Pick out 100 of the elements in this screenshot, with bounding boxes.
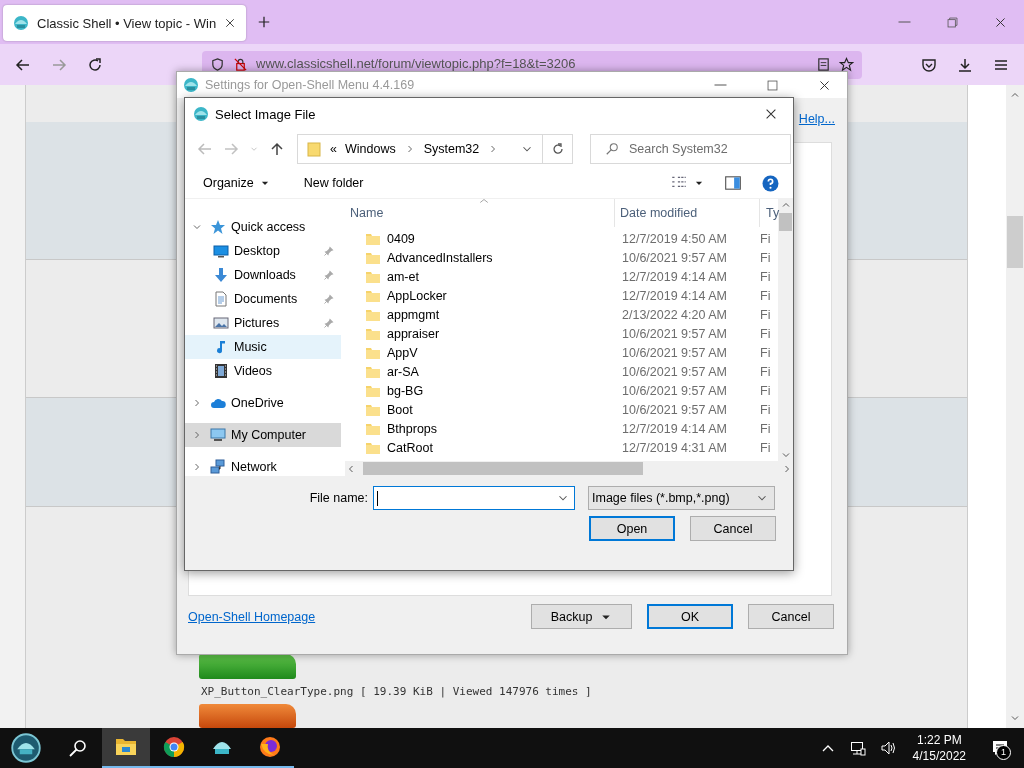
forward-arrow-icon xyxy=(223,141,239,157)
dialog-button[interactable]: Open xyxy=(589,516,675,541)
notification-count: 1 xyxy=(996,745,1011,760)
lock-icon xyxy=(233,56,248,72)
nav-item[interactable]: Documents xyxy=(185,287,341,311)
back-arrow-icon xyxy=(197,141,213,157)
breadcrumb-segment[interactable]: Windows xyxy=(344,142,396,156)
star-icon xyxy=(210,219,226,235)
file-date: 10/6/2021 9:57 AM xyxy=(621,326,728,341)
file-date: 12/7/2019 4:31 AM xyxy=(621,440,728,455)
file-name: appmgmt xyxy=(387,307,440,322)
tab-close-button[interactable] xyxy=(224,17,237,29)
column-header[interactable]: Date modified xyxy=(615,199,760,227)
file-date: 12/7/2019 4:14 AM xyxy=(621,288,728,303)
address-field[interactable]: « Windows System32 xyxy=(297,134,573,164)
nav-item[interactable]: Quick access xyxy=(185,215,341,239)
attachment-caption: XP_Button_ClearType.png [ 19.39 KiB | Viewed 147976 times ] xyxy=(200,685,593,698)
nav-item[interactable]: Desktop xyxy=(185,239,341,263)
file-type: Fi xyxy=(760,402,772,417)
up-arrow-icon xyxy=(269,141,285,157)
file-row[interactable]: AppV 10/6/2021 9:57 AM Fi xyxy=(345,343,778,362)
file-date: 10/6/2021 9:57 AM xyxy=(621,250,728,265)
file-name: Bthprops xyxy=(387,421,438,436)
shell-icon xyxy=(193,106,209,122)
column-header[interactable]: Ty xyxy=(760,199,778,227)
file-type: Fi xyxy=(760,421,772,436)
file-name: AppV xyxy=(387,345,418,360)
clock[interactable]: 1:22 PM 4/15/2022 xyxy=(906,732,972,764)
file-row[interactable]: AdvancedInstallers 10/6/2021 9:57 AM Fi xyxy=(345,248,778,267)
shell-logo-icon xyxy=(11,733,41,763)
overflow-mark[interactable]: « xyxy=(330,142,337,156)
reader-view-icon xyxy=(816,56,831,72)
search-field[interactable]: Search System32 xyxy=(590,134,791,164)
file-type: Fi xyxy=(760,250,772,265)
window-title: Settings for Open-Shell Menu 4.4.169 xyxy=(205,78,416,92)
file-row[interactable]: AppLocker 12/7/2019 4:14 AM Fi xyxy=(345,286,778,305)
close-icon xyxy=(224,17,237,29)
homepage-link[interactable]: Open-Shell Homepage xyxy=(188,609,516,624)
file-type: Fi xyxy=(760,326,772,341)
horizontal-scrollbar[interactable] xyxy=(345,461,793,476)
file-date: 10/6/2021 9:57 AM xyxy=(621,402,728,417)
help-link[interactable]: Help... xyxy=(798,112,835,126)
browser-tab[interactable]: Classic Shell • View topic - Win xyxy=(3,5,247,41)
file-name: am-et xyxy=(387,269,419,284)
minimize-icon xyxy=(897,21,911,23)
nav-item[interactable]: Network xyxy=(185,455,341,476)
nav-item[interactable]: Videos xyxy=(185,359,341,383)
nav-item[interactable]: Downloads xyxy=(185,263,341,287)
file-row[interactable]: CatRoot 12/7/2019 4:31 AM Fi xyxy=(345,438,778,457)
column-header[interactable]: Name xyxy=(345,199,615,227)
dialog-button[interactable]: Cancel xyxy=(690,516,776,541)
picture-icon xyxy=(213,315,229,331)
file-name: bg-BG xyxy=(387,383,424,398)
dialog-button[interactable]: OK xyxy=(647,604,733,629)
close-icon xyxy=(817,78,831,92)
file-name: ar-SA xyxy=(387,364,419,379)
firefox-logo-icon xyxy=(258,735,282,759)
file-date: 10/6/2021 9:57 AM xyxy=(621,364,728,379)
file-row[interactable]: 0409 12/7/2019 4:50 AM Fi xyxy=(345,229,778,248)
scrollbar-thumb[interactable] xyxy=(363,462,643,475)
vertical-scrollbar[interactable] xyxy=(778,199,793,461)
organize-menu[interactable]: Organize xyxy=(195,172,278,194)
shell-icon xyxy=(13,15,29,31)
nav-item[interactable]: OneDrive xyxy=(185,391,341,415)
file-date: 10/6/2021 9:57 AM xyxy=(621,383,728,398)
notifications-button[interactable]: 1 xyxy=(980,728,1020,768)
file-type: Fi xyxy=(760,307,772,322)
file-row[interactable]: Boot 10/6/2021 9:57 AM Fi xyxy=(345,400,778,419)
dialog-button[interactable]: Backup xyxy=(531,604,632,629)
nav-item[interactable]: My Computer xyxy=(185,423,341,447)
shell-icon xyxy=(183,77,199,93)
chrome-logo-icon xyxy=(162,735,186,759)
file-type: Fi xyxy=(760,288,772,303)
scrollbar-thumb[interactable] xyxy=(779,213,792,231)
search-icon xyxy=(67,738,87,758)
file-row[interactable]: bg-BG 10/6/2021 9:57 AM Fi xyxy=(345,381,778,400)
file-row[interactable]: Bthprops 12/7/2019 4:14 AM Fi xyxy=(345,419,778,438)
dialog-button[interactable]: Cancel xyxy=(748,604,834,629)
minimize-icon xyxy=(713,84,727,86)
dialog-title: Select Image File xyxy=(215,106,317,122)
close-icon xyxy=(764,107,778,121)
taskbar-app[interactable] xyxy=(102,728,150,768)
new-folder-button[interactable]: New folder xyxy=(295,172,372,194)
download-arrow-icon xyxy=(213,267,229,283)
file-row[interactable]: appraiser 10/6/2021 9:57 AM Fi xyxy=(345,324,778,343)
nav-item[interactable]: Music xyxy=(185,335,341,359)
file-type: Fi xyxy=(760,269,772,284)
computer-icon xyxy=(210,427,226,443)
nav-item[interactable]: Pictures xyxy=(185,311,341,335)
speaker-icon xyxy=(879,740,896,756)
file-row[interactable]: am-et 12/7/2019 4:14 AM Fi xyxy=(345,267,778,286)
file-type-dropdown[interactable]: Image files (*.bmp,*.png) xyxy=(588,486,775,510)
file-name-field[interactable] xyxy=(373,486,575,510)
breadcrumb-segment[interactable]: System32 xyxy=(423,142,480,156)
file-type: Fi xyxy=(760,231,772,246)
scrollbar-thumb[interactable] xyxy=(1007,215,1023,268)
file-name: CatRoot xyxy=(387,440,433,455)
file-date: 10/6/2021 9:57 AM xyxy=(621,345,728,360)
file-row[interactable]: appmgmt 2/13/2022 4:20 AM Fi xyxy=(345,305,778,324)
file-row[interactable]: ar-SA 10/6/2021 9:57 AM Fi xyxy=(345,362,778,381)
